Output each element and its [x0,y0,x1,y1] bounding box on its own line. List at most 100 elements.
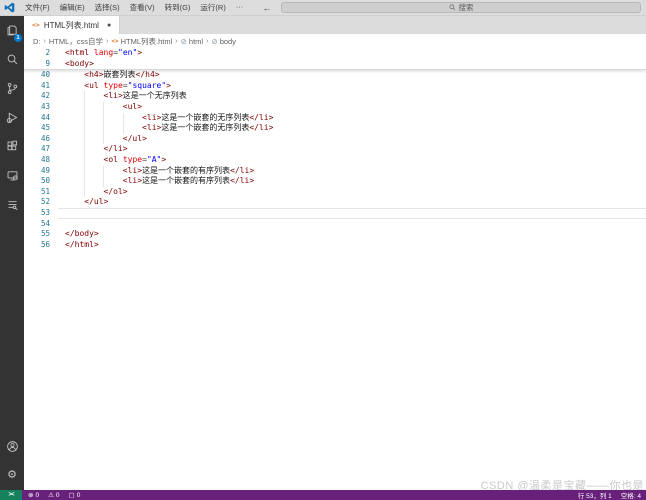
remote-explorer-icon[interactable] [0,161,24,190]
indent-guide [103,166,104,177]
menu-item-5[interactable]: 运行(R) [195,2,230,13]
breadcrumb-item-3[interactable]: ⊘html [181,37,203,46]
search-placeholder: 搜索 [459,2,474,13]
search-sidebar-icon[interactable] [0,45,24,74]
code-line-48[interactable]: 48 <ol type="A"> [24,155,646,166]
run-debug-icon[interactable] [0,103,24,132]
command-center-search[interactable]: 搜索 [281,2,641,13]
status-value: 0 [77,492,81,499]
menu-item-4[interactable]: 转到(G) [160,2,196,13]
breadcrumb-label: HTML，css自学 [49,36,103,47]
breadcrumb: D:›HTML，css自学›<>HTML列表.html›⊘html›⊘body [24,34,646,48]
explorer-icon[interactable]: 1 [0,16,24,45]
line-number: 50 [24,176,58,187]
menu-item-2[interactable]: 选择(S) [90,2,125,13]
line-number: 49 [24,166,58,177]
symbol-element-icon: ⊘ [181,37,187,46]
breadcrumb-label: HTML列表.html [121,36,173,47]
modified-dot-icon[interactable]: ● [107,22,111,29]
code-line-52[interactable]: 52 </ul> [24,197,646,208]
code-editor[interactable]: 40 <h4>嵌套列表</h4>41 <ul type="square">42 … [24,70,646,250]
extensions-icon[interactable] [0,132,24,161]
code-line-56[interactable]: 56</html> [24,240,646,251]
line-number: 51 [24,187,58,198]
breadcrumb-item-0[interactable]: D: [33,37,41,46]
indent-guide [103,134,104,145]
status-icon: ▢ [69,491,75,499]
code-line-51[interactable]: 51 </ol> [24,187,646,198]
line-number: 42 [24,91,58,102]
indent-guide [84,123,85,134]
line-number: 44 [24,113,58,124]
indent-guide [84,144,85,155]
breadcrumb-item-2[interactable]: <>HTML列表.html [111,36,172,47]
menu-item-1[interactable]: 编辑(E) [55,2,90,13]
source-control-icon[interactable] [0,74,24,103]
code-line-54[interactable]: 54 [24,219,646,230]
menu-item-6[interactable]: ··· [231,2,249,13]
code-line-40[interactable]: 40 <h4>嵌套列表</h4> [24,70,646,81]
tab-html-list-file[interactable]: <> HTML列表.html ● [24,16,120,34]
line-number: 54 [24,219,58,230]
code-line-47[interactable]: 47 </li> [24,144,646,155]
indent-guide [84,91,85,102]
breadcrumb-label: body [220,37,236,46]
line-number: 48 [24,155,58,166]
html-file-icon: <> [32,21,40,29]
menu-item-3[interactable]: 查看(V) [125,2,160,13]
vscode-logo-icon [4,2,15,13]
breadcrumb-item-4[interactable]: ⊘body [211,37,236,46]
code-line-41[interactable]: 41 <ul type="square"> [24,81,646,92]
status-right-item-1[interactable]: 空格: 4 [621,490,641,500]
indent-guide [84,113,85,124]
search-icon [449,4,456,11]
tab-bar: <> HTML列表.html ● [24,16,646,34]
menu-item-0[interactable]: 文件(F) [20,2,55,13]
line-number: 52 [24,197,58,208]
code-line-49[interactable]: 49 <li>这是一个嵌套的有序列表</li> [24,166,646,177]
symbol-element-icon: ⊘ [211,37,217,46]
title-bar: 文件(F)编辑(E)选择(S)查看(V)转到(G)运行(R)··· ← → 搜索 [0,0,646,16]
indent-guide [123,123,124,134]
indent-guide [84,176,85,187]
code-line-46[interactable]: 46 </ul> [24,134,646,145]
status-value: 0 [35,492,39,499]
status-indicator-2[interactable]: ▢0 [69,491,81,499]
account-icon[interactable] [0,432,24,461]
tune-icon[interactable] [0,190,24,219]
status-right-item-0[interactable]: 行 53，列 1 [578,490,612,500]
code-line-53[interactable]: 53 [24,208,646,219]
line-number: 40 [24,70,58,81]
indent-guide [103,123,104,134]
code-line-44[interactable]: 44 <li>这是一个嵌套的无序列表</li> [24,113,646,124]
line-number: 9 [24,59,58,70]
settings-gear-icon[interactable]: ⚙ [0,461,24,490]
line-number: 41 [24,81,58,92]
indent-guide [84,155,85,166]
activity-bar: 1 [0,16,24,490]
indent-guide [84,166,85,177]
status-indicator-0[interactable]: ⊗0 [28,491,39,499]
indent-guide [103,102,104,113]
status-icon: ⊗ [28,491,33,499]
code-line-9[interactable]: 9<body> [24,59,646,70]
menu-bar: 文件(F)编辑(E)选择(S)查看(V)转到(G)运行(R)··· [20,2,248,13]
code-line-2[interactable]: 2<html lang="en"> [24,48,646,59]
code-line-50[interactable]: 50 <li>这是一个嵌套的有序列表</li> [24,176,646,187]
breadcrumb-separator: › [44,38,46,45]
indent-guide [84,134,85,145]
code-line-43[interactable]: 43 <ul> [24,102,646,113]
line-number: 45 [24,123,58,134]
indent-guide [103,113,104,124]
line-number: 56 [24,240,58,251]
status-value: 0 [56,492,60,499]
code-line-45[interactable]: 45 <li>这是一个嵌套的无序列表</li> [24,123,646,134]
indent-guide [123,113,124,124]
status-indicator-1[interactable]: ⚠0 [48,491,59,499]
nav-back-button[interactable]: ← [262,3,271,13]
code-line-55[interactable]: 55</body> [24,229,646,240]
html-file-icon: <> [111,38,118,45]
remote-indicator[interactable]: >< [0,490,22,500]
breadcrumb-item-1[interactable]: HTML，css自学 [49,36,103,47]
code-line-42[interactable]: 42 <li>这是一个无序列表 [24,91,646,102]
